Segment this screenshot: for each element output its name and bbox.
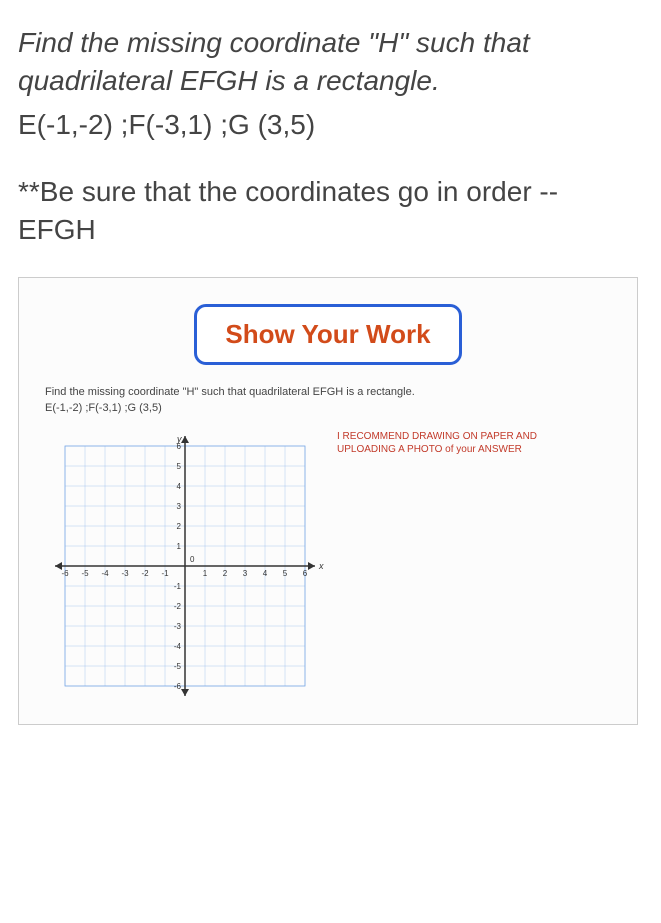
svg-text:-1: -1 [161, 569, 169, 578]
svg-text:-5: -5 [174, 662, 182, 671]
svg-text:1: 1 [203, 569, 208, 578]
svg-text:4: 4 [263, 569, 268, 578]
svg-text:-5: -5 [81, 569, 89, 578]
show-your-work-button[interactable]: Show Your Work [194, 304, 461, 365]
svg-text:5: 5 [283, 569, 288, 578]
coordinate-grid: -6-5-4-3-2-10123456-6-5-4-3-2-1123456xy [45, 426, 325, 706]
svg-text:6: 6 [303, 569, 308, 578]
order-note: **Be sure that the coordinates go in ord… [18, 173, 643, 249]
svg-text:-2: -2 [174, 602, 182, 611]
svg-text:5: 5 [177, 462, 182, 471]
svg-text:-4: -4 [174, 642, 182, 651]
svg-text:-2: -2 [141, 569, 149, 578]
svg-text:-6: -6 [174, 682, 182, 691]
svg-text:x: x [318, 561, 324, 571]
recommendation-text: I RECOMMEND DRAWING ON PAPER AND UPLOADI… [337, 430, 577, 456]
svg-text:1: 1 [177, 542, 182, 551]
question-text: Find the missing coordinate "H" such tha… [18, 24, 643, 100]
svg-text:0: 0 [190, 555, 195, 564]
svg-text:2: 2 [223, 569, 228, 578]
inner-coordinates: E(-1,-2) ;F(-3,1) ;G (3,5) [45, 401, 611, 415]
svg-text:3: 3 [177, 502, 182, 511]
work-panel: Show Your Work Find the missing coordina… [18, 277, 638, 725]
svg-text:4: 4 [177, 482, 182, 491]
show-work-container: Show Your Work [45, 304, 611, 365]
given-coordinates: E(-1,-2) ;F(-3,1) ;G (3,5) [18, 106, 643, 144]
svg-text:-3: -3 [174, 622, 182, 631]
svg-text:-4: -4 [101, 569, 109, 578]
svg-text:-6: -6 [61, 569, 69, 578]
svg-text:3: 3 [243, 569, 248, 578]
svg-text:2: 2 [177, 522, 182, 531]
svg-text:-1: -1 [174, 582, 182, 591]
svg-text:y: y [176, 434, 182, 444]
inner-question-text: Find the missing coordinate "H" such tha… [45, 385, 611, 399]
svg-text:-3: -3 [121, 569, 129, 578]
